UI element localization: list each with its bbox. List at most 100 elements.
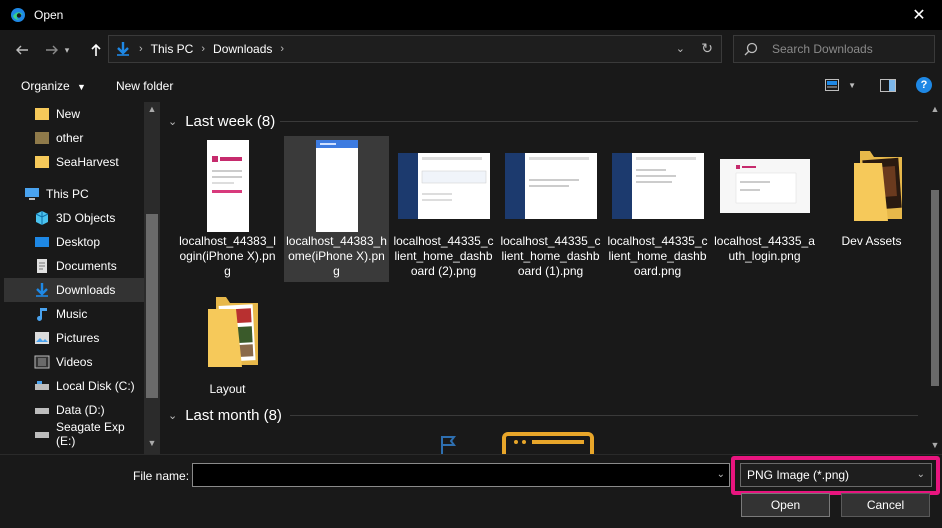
preview-pane-icon[interactable] <box>880 78 896 92</box>
sidebar-item-desktop[interactable]: Desktop <box>34 230 160 254</box>
close-button[interactable]: ✕ <box>896 0 942 30</box>
cube-icon <box>35 211 49 225</box>
sidebar-item-3d-objects[interactable]: 3D Objects <box>34 206 160 230</box>
sidebar-item-new[interactable]: New <box>34 102 160 126</box>
back-button[interactable] <box>10 38 34 62</box>
file-name-combobox[interactable]: ⌄ <box>192 463 730 487</box>
sidebar-item-label: Documents <box>56 259 117 273</box>
organize-button[interactable]: Organize ▼ <box>21 79 86 93</box>
sidebar-item-label: Music <box>56 307 88 321</box>
file-item[interactable]: localhost_44335_auth_login.png <box>712 136 817 282</box>
file-label: Dev Assets <box>841 234 902 248</box>
sidebar-item-label: Downloads <box>56 283 116 297</box>
file-item[interactable]: localhost_44335_client_home_dashboard (1… <box>498 136 603 282</box>
file-list-scrollbar[interactable]: ▲ ▼ <box>928 102 942 454</box>
change-view-button[interactable]: ▼ <box>825 79 856 91</box>
sidebar-item-label: Local Disk (C:) <box>56 379 135 393</box>
file-list: ⌄ Last week (8) localhost_44383_login(iP… <box>160 102 942 454</box>
file-label: localhost_44335_client_home_dashboard (1… <box>500 234 601 278</box>
chevron-down-icon[interactable]: ⌄ <box>717 469 725 480</box>
music-note-icon <box>37 308 47 321</box>
flag-icon <box>441 436 456 454</box>
folder-icon <box>207 297 258 367</box>
organize-label: Organize <box>21 79 70 93</box>
group-divider <box>280 121 918 122</box>
chevron-down-icon: ⌄ <box>168 115 178 128</box>
edge-app-icon <box>11 8 25 22</box>
file-thumbnail <box>391 136 496 236</box>
sidebar-item-data-d[interactable]: Data (D:) <box>34 398 160 422</box>
file-item[interactable]: localhost_44383_home(iPhone X).png <box>284 136 389 282</box>
help-icon: ? <box>920 79 928 91</box>
computer-icon <box>25 188 39 200</box>
sidebar-item-music[interactable]: Music <box>34 302 160 326</box>
file-item[interactable]: localhost_44335_client_home_dashboard (2… <box>391 136 496 282</box>
address-dropdown-icon[interactable]: ⌄ <box>676 42 685 55</box>
sidebar-item-label: SeaHarvest <box>56 155 119 169</box>
sidebar-scroll-thumb[interactable] <box>146 214 158 398</box>
sidebar-item-local-disk-c[interactable]: Local Disk (C:) <box>34 374 160 398</box>
drive-icon <box>35 432 49 438</box>
chevron-right-icon: › <box>139 43 143 55</box>
group-header-last-week[interactable]: ⌄ Last week (8) <box>168 110 918 132</box>
scroll-down-icon[interactable]: ▼ <box>144 438 160 452</box>
close-icon: ✕ <box>912 7 926 24</box>
search-input[interactable] <box>772 42 932 56</box>
sidebar-item-this-pc[interactable]: This PC <box>10 182 150 206</box>
sidebar-item-other[interactable]: other <box>34 126 160 150</box>
help-button[interactable]: ? <box>916 77 932 93</box>
sidebar-item-pictures[interactable]: Pictures <box>34 326 160 350</box>
command-toolbar: Organize ▼ New folder ▼ ? <box>0 70 942 102</box>
breadcrumb-downloads[interactable]: Downloads <box>213 42 272 56</box>
group-divider <box>290 415 918 416</box>
group-label: Last week (8) <box>185 112 276 130</box>
chevron-down-icon: ⌄ <box>168 409 178 422</box>
sidebar-item-documents[interactable]: Documents <box>34 254 160 278</box>
up-button[interactable] <box>84 38 108 62</box>
arrow-right-icon <box>46 45 58 55</box>
image-thumbnail-icon <box>719 159 810 213</box>
address-bar[interactable]: › This PC › Downloads › ⌄ ↻ <box>108 35 722 63</box>
window-title: Open <box>34 8 64 22</box>
folder-icon <box>35 108 49 120</box>
file-list-scroll-thumb[interactable] <box>931 190 939 386</box>
file-item[interactable]: localhost_44383_login(iPhone X).png <box>175 136 280 282</box>
file-item[interactable]: Dev Assets <box>819 136 924 282</box>
drive-icon <box>35 381 49 390</box>
search-box[interactable] <box>733 35 935 63</box>
scroll-down-icon[interactable]: ▼ <box>928 440 942 452</box>
recent-locations-button[interactable]: ▾ <box>60 38 74 62</box>
refresh-icon[interactable]: ↻ <box>701 40 713 57</box>
view-options-icon <box>825 79 840 91</box>
file-item[interactable]: localhost_44335_client_home_dashboard.pn… <box>605 136 710 282</box>
sidebar-item-seaharvest[interactable]: SeaHarvest <box>34 150 160 174</box>
file-label: localhost_44335_auth_login.png <box>714 234 815 263</box>
desktop-icon <box>35 237 49 247</box>
group-label: Last month (8) <box>185 406 282 424</box>
new-folder-button[interactable]: New folder <box>116 79 173 93</box>
chevron-right-icon: › <box>280 43 285 55</box>
search-icon <box>744 42 758 56</box>
open-button[interactable]: Open <box>741 493 830 517</box>
drive-icon <box>35 408 49 414</box>
file-label: localhost_44335_client_home_dashboard.pn… <box>607 234 708 278</box>
arrow-up-icon <box>91 43 101 56</box>
file-name-input[interactable] <box>193 464 708 486</box>
file-name-label: File name: <box>133 469 190 483</box>
sidebar-item-seagate-exp-e[interactable]: Seagate Exp (E:) <box>34 420 144 448</box>
file-label: localhost_44383_home(iPhone X).png <box>286 234 387 278</box>
image-thumbnail-icon <box>397 153 490 219</box>
group-header-last-month[interactable]: ⌄ Last month (8) <box>168 404 918 426</box>
scroll-up-icon[interactable]: ▲ <box>928 104 942 116</box>
cancel-button[interactable]: Cancel <box>841 493 930 517</box>
file-label: localhost_44383_login(iPhone X).png <box>179 234 276 278</box>
file-thumbnail <box>498 136 603 236</box>
sidebar-item-videos[interactable]: Videos <box>34 350 160 374</box>
sidebar-item-label: Desktop <box>56 235 101 249</box>
image-thumbnail-icon <box>315 140 358 232</box>
breadcrumb-this-pc[interactable]: This PC <box>151 42 194 56</box>
sidebar-scrollbar[interactable]: ▲ ▼ <box>144 102 160 454</box>
scroll-up-icon[interactable]: ▲ <box>144 104 160 118</box>
sidebar-item-downloads[interactable]: Downloads <box>4 278 144 302</box>
file-thumbnail <box>175 284 280 384</box>
